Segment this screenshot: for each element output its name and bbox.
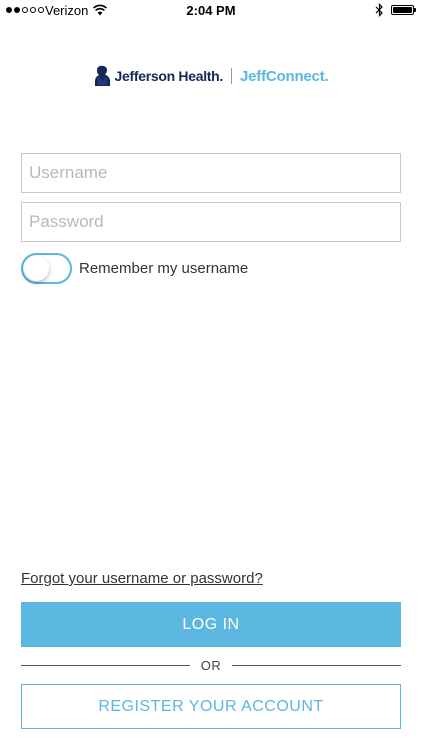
login-button[interactable]: LOG IN — [21, 602, 401, 647]
jefferson-bust-icon — [94, 65, 110, 86]
battery-tip — [414, 8, 416, 12]
toggle-knob — [24, 255, 49, 281]
battery-icon — [391, 5, 414, 15]
remember-username-row: Remember my username — [21, 252, 248, 284]
app-logo: Jefferson Health. JeffConnect. — [0, 62, 422, 90]
remember-username-label: Remember my username — [79, 259, 249, 277]
logo-primary-text: Jefferson Health. — [114, 68, 224, 84]
password-input[interactable] — [21, 202, 401, 242]
register-account-button[interactable]: REGISTER YOUR ACCOUNT — [21, 684, 401, 729]
logo-divider — [231, 68, 233, 84]
username-input[interactable] — [21, 153, 401, 193]
divider-line — [232, 664, 401, 666]
logo-secondary-text: JeffConnect. — [240, 67, 329, 85]
divider-line — [21, 664, 190, 666]
status-bar: Verizon 2:04 PM — [0, 0, 422, 22]
remember-username-toggle[interactable] — [21, 252, 72, 284]
bluetooth-icon — [375, 3, 383, 17]
clock: 2:04 PM — [186, 3, 236, 18]
forgot-credentials-link[interactable]: Forgot your username or password? — [21, 570, 263, 587]
or-divider: OR — [21, 657, 401, 673]
or-label: OR — [200, 657, 222, 673]
battery-level — [393, 7, 412, 13]
